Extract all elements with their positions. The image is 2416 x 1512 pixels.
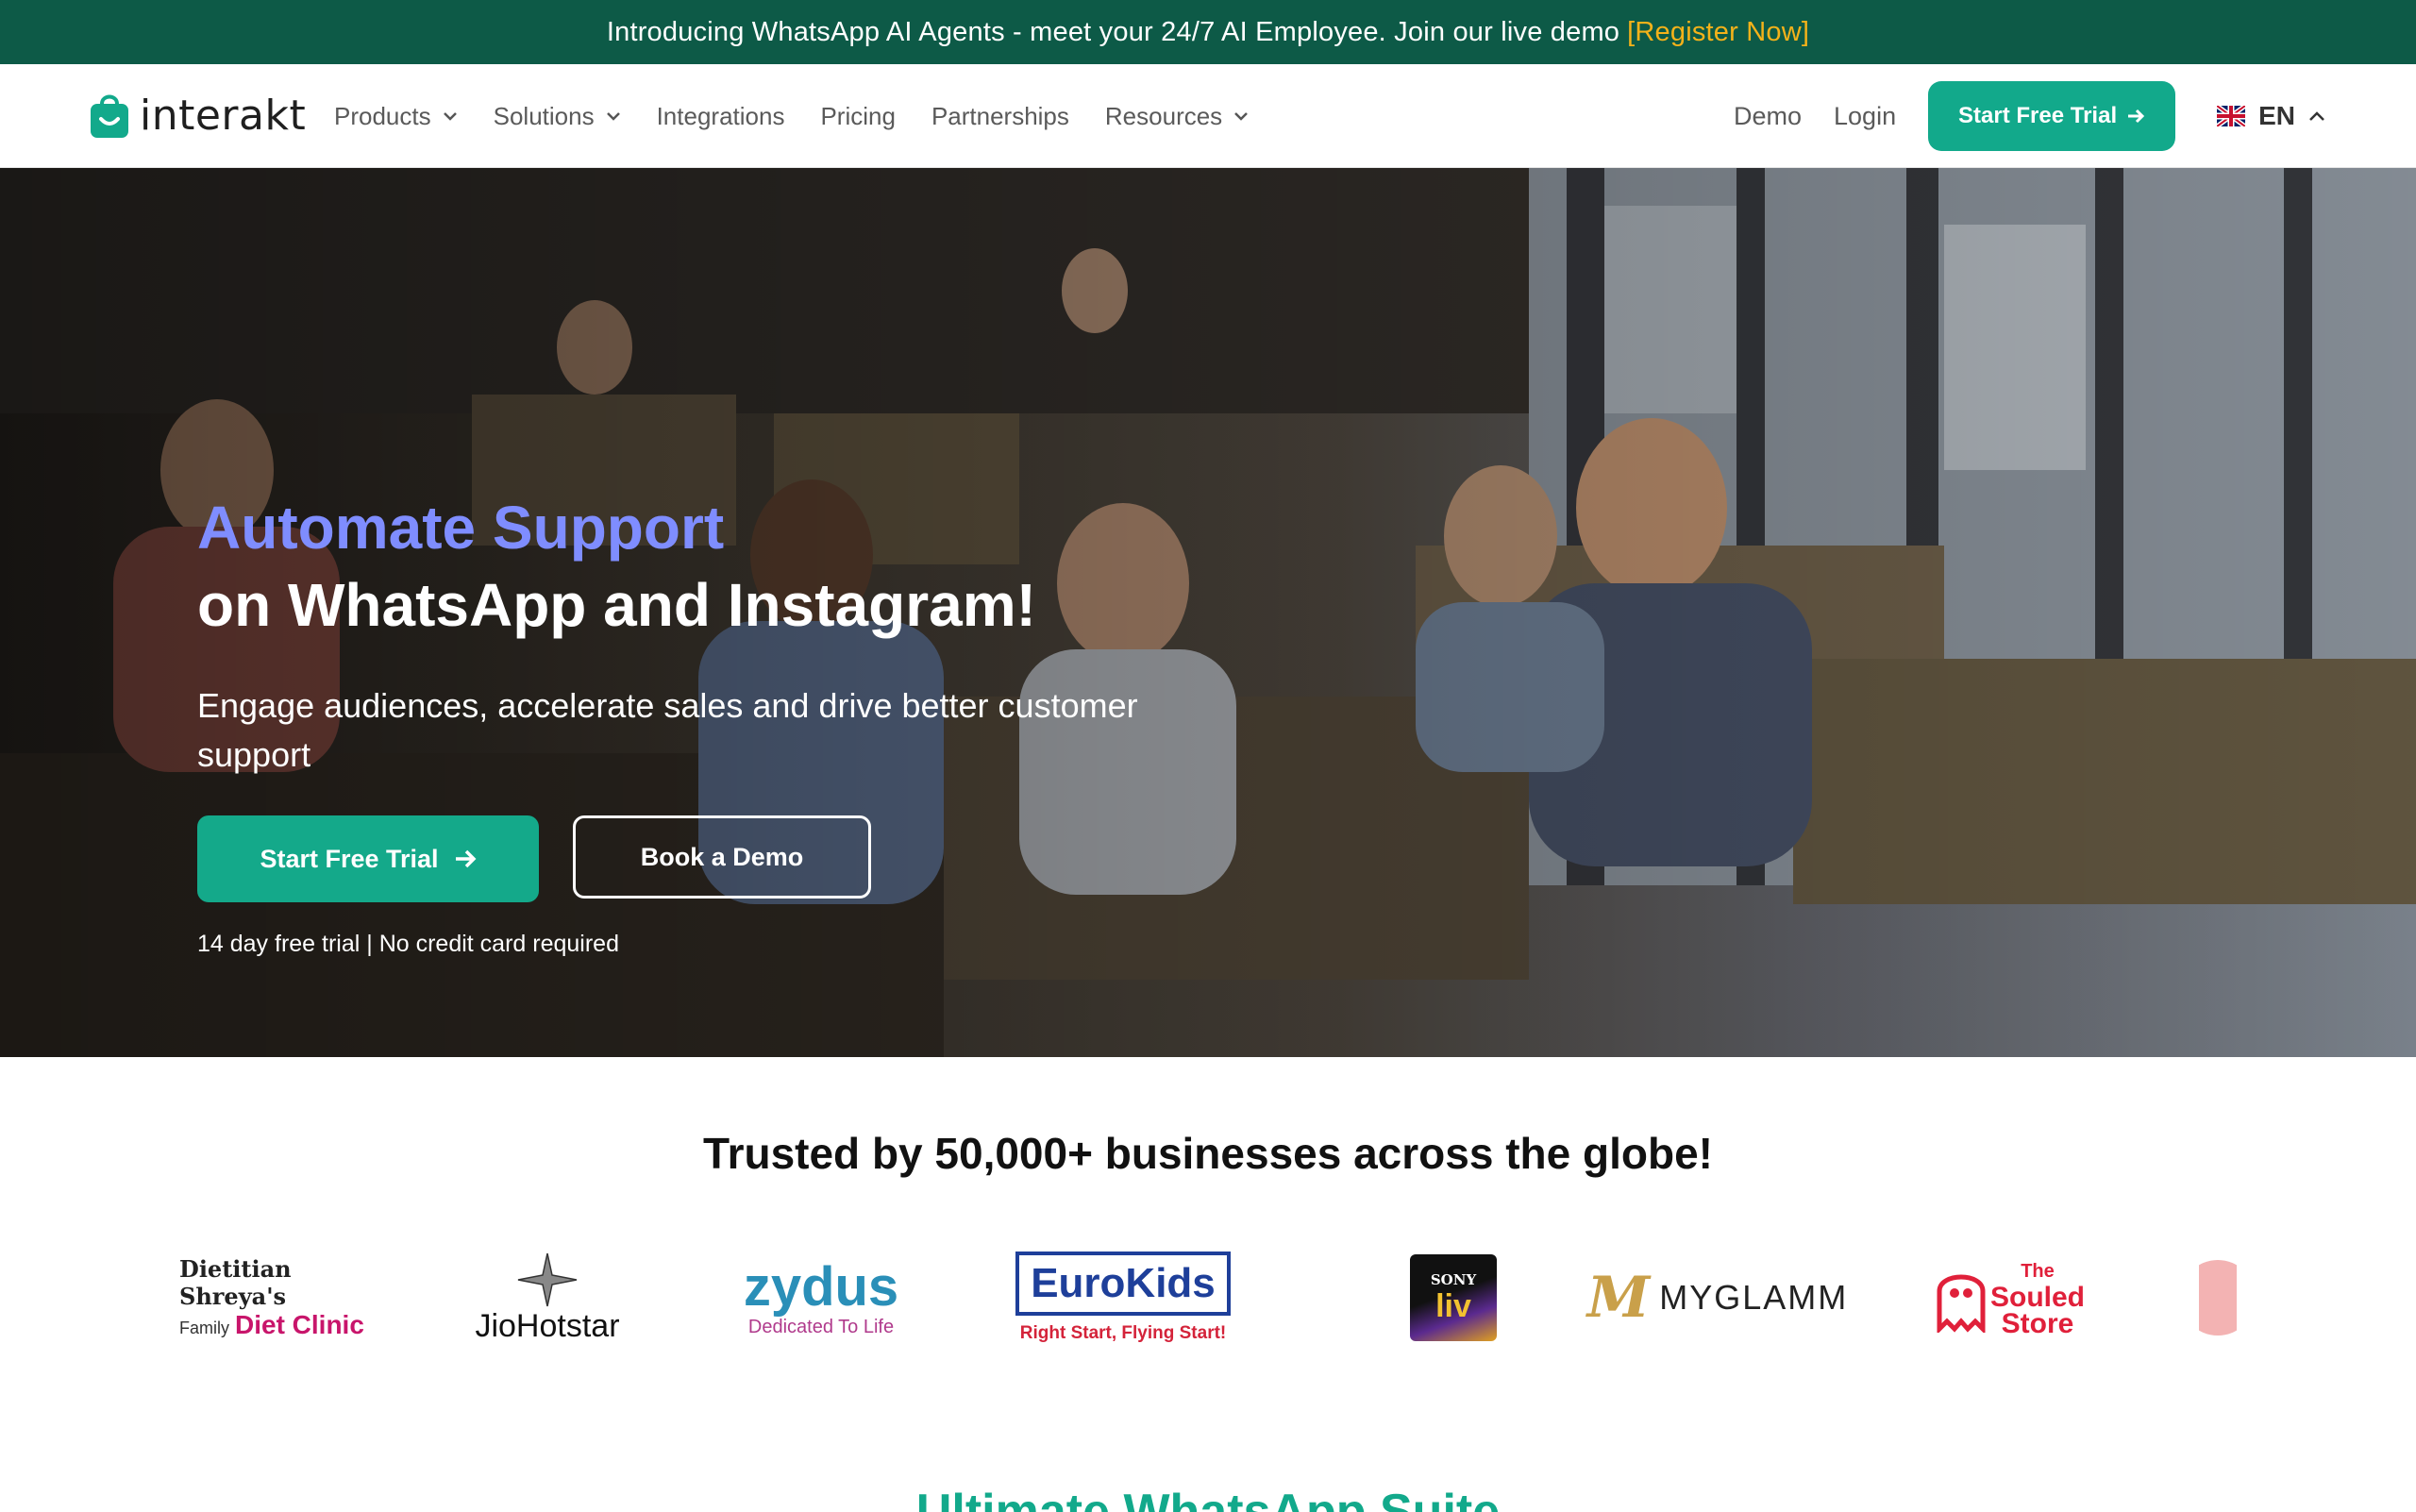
demo-link[interactable]: Demo xyxy=(1734,102,1802,131)
logo-tagline: Right Start, Flying Start! xyxy=(1019,1323,1227,1343)
trial-note: 14 day free trial | No credit card requi… xyxy=(197,931,619,957)
start-free-trial-button[interactable]: Start Free Trial xyxy=(1928,81,2176,151)
nav-label: Partnerships xyxy=(931,101,1069,130)
hero-subtitle: Engage audiences, accelerate sales and d… xyxy=(197,686,1138,774)
logo-line: The xyxy=(2021,1261,2055,1282)
nav-pricing[interactable]: Pricing xyxy=(820,102,895,131)
client-logo-jiohotstar: JioHotstar xyxy=(453,1241,642,1354)
hero-title: on WhatsApp and Instagram! xyxy=(197,571,1036,639)
nav-actions: Demo Login Start Free Trial EN xyxy=(1734,64,2325,168)
register-now-link[interactable]: [Register Now] xyxy=(1627,17,1809,48)
client-logos: Dietitian Shreya's Family Diet Clinic Ji… xyxy=(179,1241,2237,1354)
uk-flag-icon xyxy=(2217,106,2246,126)
nav-label: Resources xyxy=(1104,101,1223,130)
logo-name: liv xyxy=(1435,1287,1471,1324)
next-section-title: Ultimate WhatsApp Suite xyxy=(915,1485,1501,1512)
chevron-up-icon xyxy=(2309,111,2324,121)
logo-name: JioHotstar xyxy=(475,1307,620,1344)
hero-start-free-trial-button[interactable]: Start Free Trial xyxy=(197,815,539,902)
arrow-right-icon xyxy=(2128,109,2145,124)
client-logo-zydus: zydus Dedicated To Life xyxy=(717,1241,925,1354)
hero-title-highlight: Automate Support xyxy=(197,494,725,562)
client-logo-dietitian-shreya: Dietitian Shreya's Family Diet Clinic xyxy=(179,1241,387,1354)
button-label: Start Free Trial xyxy=(1958,103,2118,128)
nav-label: Products xyxy=(334,101,431,130)
logo-line: Diet Clinic xyxy=(235,1310,364,1339)
announcement-bar: Introducing WhatsApp AI Agents - meet yo… xyxy=(0,0,2416,64)
trusted-heading: Trusted by 50,000+ businesses across the… xyxy=(703,1129,1713,1178)
announcement-text: Introducing WhatsApp AI Agents - meet yo… xyxy=(606,16,1620,47)
client-logo-eurokids: EuroKids Right Start, Flying Start! xyxy=(1010,1241,1236,1354)
hero-buttons: Start Free Trial Book a Demo xyxy=(197,815,1141,902)
arrow-right-icon xyxy=(455,849,477,868)
nav-products[interactable]: Products xyxy=(334,102,458,131)
hero-content: Automate Support on WhatsApp and Instagr… xyxy=(197,489,1141,958)
logo-brand: SONY xyxy=(1430,1270,1477,1288)
logo-line: Family xyxy=(179,1319,229,1337)
logo[interactable]: interakt xyxy=(89,91,306,140)
nav-integrations[interactable]: Integrations xyxy=(657,102,785,131)
chevron-down-icon xyxy=(443,112,457,121)
client-logo-myglamm: M MYGLAMM xyxy=(1587,1241,1846,1354)
logo-name: EuroKids xyxy=(1015,1252,1231,1316)
nav-partnerships[interactable]: Partnerships xyxy=(931,102,1069,131)
logo-tagline: Dedicated To Life xyxy=(747,1316,895,1337)
nav-solutions[interactable]: Solutions xyxy=(494,102,621,131)
logo-line: Souled xyxy=(1989,1282,2085,1313)
button-label: Book a Demo xyxy=(640,842,804,871)
next-section-heading: Ultimate WhatsApp Suite xyxy=(0,1484,2416,1512)
main-menu: Products Solutions Integrations Pricing … xyxy=(334,64,1249,168)
chevron-down-icon xyxy=(1234,112,1249,121)
myglamm-m-icon: M xyxy=(1586,1265,1651,1331)
client-logo-souled-store: The Souled Store xyxy=(1935,1241,2086,1354)
logo-line: Store xyxy=(2001,1308,2074,1339)
logo-line: Dietitian Shreya's xyxy=(179,1255,292,1310)
navbar: interakt Products Solutions Integrations… xyxy=(0,64,2416,168)
language-selector[interactable]: EN xyxy=(2217,101,2325,131)
logo-name: MYGLAMM xyxy=(1659,1278,1849,1317)
logo-text: interakt xyxy=(140,91,307,140)
logo-name: zydus xyxy=(743,1255,899,1318)
button-label: Start Free Trial xyxy=(260,844,439,873)
hero-section: Automate Support on WhatsApp and Instagr… xyxy=(0,168,2416,1057)
ghost-icon xyxy=(1937,1274,1986,1333)
client-logo-sonyliv: SONY liv xyxy=(1378,1241,1529,1354)
chevron-down-icon xyxy=(606,112,620,121)
client-logo-partial xyxy=(2199,1241,2237,1354)
star-icon xyxy=(517,1252,578,1306)
login-link[interactable]: Login xyxy=(1834,102,1896,131)
shopping-bag-icon xyxy=(91,94,128,138)
book-a-demo-button[interactable]: Book a Demo xyxy=(573,815,871,899)
nav-resources[interactable]: Resources xyxy=(1105,102,1249,131)
nav-label: Solutions xyxy=(493,101,595,130)
nav-label: Pricing xyxy=(820,101,896,130)
nav-label: Integrations xyxy=(656,101,785,130)
language-code: EN xyxy=(2258,101,2295,130)
